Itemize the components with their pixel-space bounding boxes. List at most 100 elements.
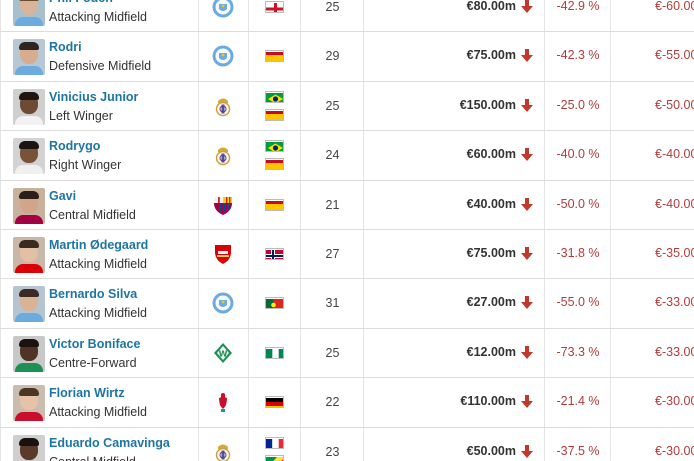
spain-flag-icon[interactable] [265,198,284,211]
svg-text:W: W [219,349,228,358]
player-position: Central Midfield [49,207,136,222]
player-photo[interactable] [13,237,45,273]
germany-flag-icon[interactable] [265,396,284,409]
value-difference: €-30.00m [655,394,694,409]
player-name-link[interactable]: Gavi [49,189,76,203]
player-name-link[interactable]: Rodri [49,40,82,54]
player-photo[interactable] [13,434,45,461]
down-arrow-icon [521,247,533,260]
barcelona-crest-icon[interactable] [212,194,234,216]
man-city-crest-icon[interactable] [212,292,234,314]
percent-change: -25.0 % [556,97,600,112]
market-value-cell: €150.00m [364,81,545,131]
age-cell: 23 [301,427,364,461]
werder-bremen-crest-icon[interactable]: W [212,342,234,364]
percent-change: -73.3 % [556,344,600,359]
down-arrow-icon [521,395,533,409]
value-difference-cell: €-60.00m [611,0,694,31]
player-photo[interactable] [13,39,45,76]
arsenal-crest-icon[interactable] [212,243,234,265]
club-cell [199,427,249,461]
value-difference: €-55.00m [655,48,694,63]
value-difference-cell: €-40.00m [611,131,694,179]
percent-change: -31.8 % [556,246,600,260]
real-madrid-crest-icon[interactable] [212,144,234,166]
player-name-link[interactable]: Victor Boniface [49,337,140,351]
value-difference-cell: €-30.00m [611,428,694,461]
player-age: 24 [325,148,340,163]
percent-change-cell: -73.3 % [545,328,611,378]
photo-cell [0,427,47,461]
brazil-flag-icon[interactable] [265,90,284,103]
player-name-link[interactable]: Eduardo Camavinga [49,436,170,450]
value-difference-cell: €-40.00m [611,181,694,229]
player-age: 27 [325,247,340,261]
player-cell: Vinicius Junior Left Winger [47,81,199,131]
nationality-cell [249,81,301,131]
man-city-crest-icon[interactable] [212,0,234,18]
photo-cell [0,32,47,81]
player-cell: Eduardo Camavinga Central Midfield [47,427,199,461]
market-value: €27.00m [466,295,516,310]
player-position: Attacking Midfield [49,10,147,24]
table-row: Gavi Central Midfield 21 €40.00m -50.0 %… [0,180,694,230]
player-photo[interactable] [13,138,45,175]
real-madrid-crest-icon[interactable] [212,95,234,117]
percent-change-cell: -50.0 % [545,180,611,229]
percent-change-cell: -55.0 % [545,279,611,328]
market-value: €80.00m [466,0,516,13]
real-madrid-crest-icon[interactable] [212,441,234,461]
player-age: 25 [325,98,340,113]
table-row: Victor Boniface Centre-Forward W 25 €12.… [0,328,694,379]
liverpool-crest-icon[interactable] [212,391,234,413]
down-arrow-icon [521,49,533,63]
percent-change-cell: -31.8 % [545,230,611,279]
player-age: 25 [325,345,340,360]
market-value: €110.00m [460,394,516,409]
england-flag-icon[interactable] [265,1,284,13]
congo-flag-icon[interactable] [265,454,284,461]
spain-flag-icon[interactable] [265,108,284,121]
player-name-link[interactable]: Martin Ødegaard [49,238,148,252]
player-photo[interactable] [13,335,45,372]
player-photo[interactable] [13,187,45,224]
spain-flag-icon[interactable] [265,50,284,63]
percent-change-cell: -37.5 % [545,427,611,461]
player-cell: Florian Wirtz Attacking Midfield [47,378,199,427]
photo-cell [0,279,47,328]
down-arrow-icon [521,0,533,13]
norway-flag-icon[interactable] [265,248,284,260]
player-name-link[interactable]: Phil Foden [49,0,113,5]
player-cell: Victor Boniface Centre-Forward [47,328,199,378]
market-value-cell: €110.00m [364,378,545,427]
market-value-cell: €12.00m [364,328,545,378]
nationality-cell [249,378,301,427]
value-difference-cell: €-50.00m [611,82,694,130]
player-photo[interactable] [13,286,45,323]
player-photo[interactable] [13,88,45,125]
age-cell: 24 [301,131,364,180]
value-difference-cell: €-35.00m [611,230,694,278]
age-cell: 25 [301,328,364,378]
man-city-crest-icon[interactable] [212,45,234,67]
value-difference: €-60.00m [655,0,694,13]
age-cell: 25 [301,0,364,32]
percent-change-cell: -25.0 % [545,81,611,131]
france-flag-icon[interactable] [265,436,284,449]
player-age: 25 [325,0,340,14]
spain-flag-icon[interactable] [265,158,284,171]
player-name-link[interactable]: Florian Wirtz [49,386,125,400]
brazil-flag-icon[interactable] [265,140,284,153]
player-name-link[interactable]: Rodrygo [49,139,100,153]
portugal-flag-icon[interactable] [265,297,284,310]
player-photo[interactable] [13,0,45,26]
nigeria-flag-icon[interactable] [265,346,284,359]
nationality-cell [249,180,301,229]
player-name-link[interactable]: Vinicius Junior [49,90,138,104]
player-name-link[interactable]: Bernardo Silva [49,287,137,301]
percent-change: -55.0 % [556,295,600,310]
player-cell: Bernardo Silva Attacking Midfield [47,279,199,328]
player-age: 21 [325,197,340,212]
player-photo[interactable] [13,385,45,422]
value-difference: €-40.00m [655,147,694,162]
